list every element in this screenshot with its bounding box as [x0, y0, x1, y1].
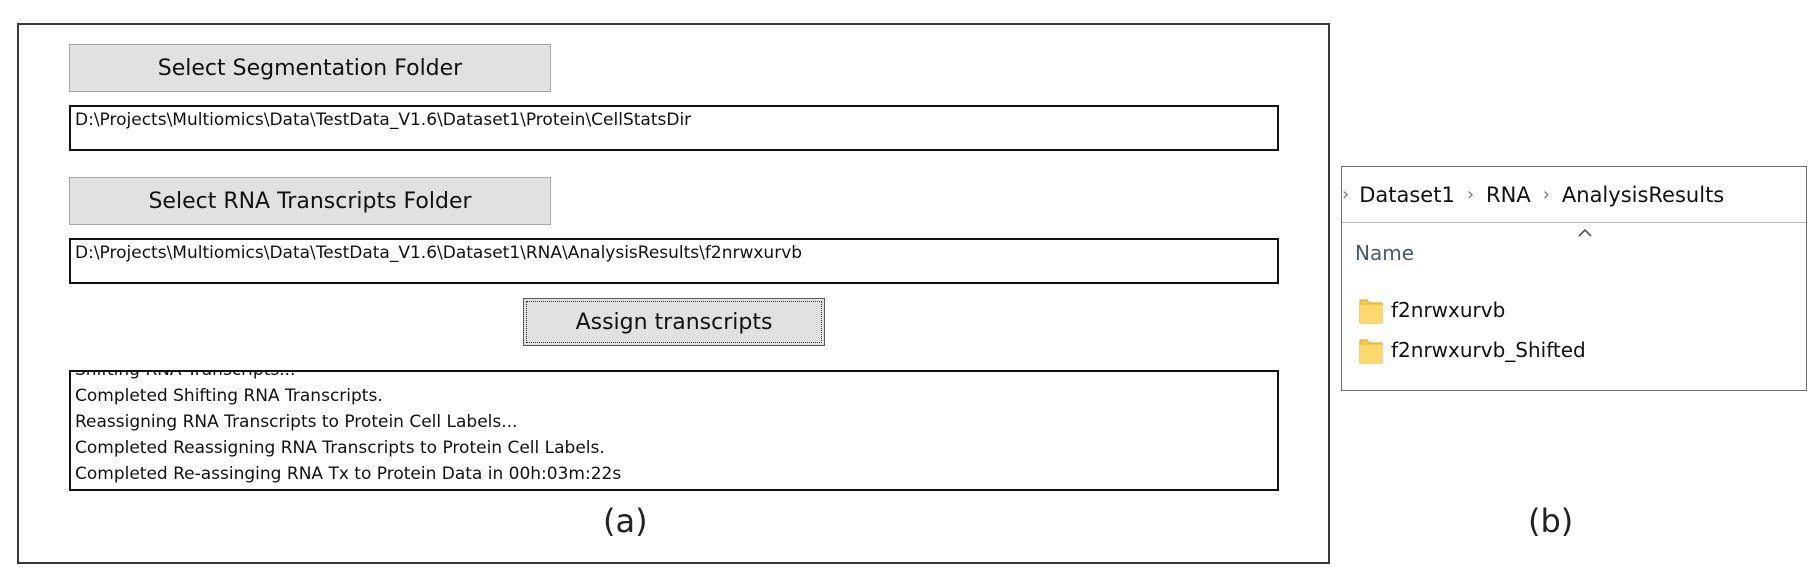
assign-transcripts-button[interactable]: Assign transcripts	[523, 298, 825, 346]
folder-name: f2nrwxurvb_Shifted	[1391, 338, 1586, 362]
caption-a: (a)	[603, 502, 648, 540]
log-line: Completed Reassigning RNA Transcripts to…	[75, 438, 605, 458]
log-line: Reassigning RNA Transcripts to Protein C…	[75, 412, 518, 432]
status-log[interactable]: Shifting RNA Transcripts... Completed Sh…	[69, 370, 1279, 491]
folder-icon	[1359, 299, 1383, 324]
log-line: Completed Re-assinging RNA Tx to Protein…	[75, 464, 622, 484]
breadcrumb[interactable]: › Dataset1 › RNA › AnalysisResults	[1342, 167, 1806, 223]
breadcrumb-item-rna[interactable]: RNA	[1486, 183, 1531, 207]
segmentation-path-field[interactable]: D:\Projects\Multiomics\Data\TestData_V1.…	[69, 105, 1279, 151]
caption-b: (b)	[1528, 502, 1574, 540]
file-explorer: › Dataset1 › RNA › AnalysisResults Name …	[1341, 166, 1807, 391]
status-log-lines: Shifting RNA Transcripts... Completed Sh…	[75, 370, 622, 487]
breadcrumb-item-dataset1[interactable]: Dataset1	[1359, 183, 1455, 207]
assign-transcripts-window: Select Segmentation Folder D:\Projects\M…	[17, 23, 1330, 564]
list-item[interactable]: f2nrwxurvb_Shifted	[1359, 333, 1586, 367]
folder-icon	[1359, 339, 1383, 364]
breadcrumb-separator-icon: ›	[1542, 184, 1550, 205]
select-segmentation-folder-button[interactable]: Select Segmentation Folder	[69, 44, 551, 92]
column-header-name[interactable]: Name	[1355, 241, 1414, 265]
log-line: Completed Shifting RNA Transcripts.	[75, 386, 383, 406]
log-line: Shifting RNA Transcripts...	[75, 370, 296, 380]
chevron-up-icon	[1578, 228, 1592, 237]
breadcrumb-item-analysis-results[interactable]: AnalysisResults	[1562, 183, 1724, 207]
select-rna-transcripts-folder-button[interactable]: Select RNA Transcripts Folder	[69, 177, 551, 225]
breadcrumb-separator-icon: ›	[1342, 184, 1350, 205]
list-item[interactable]: f2nrwxurvb	[1359, 293, 1505, 327]
folder-name: f2nrwxurvb	[1391, 298, 1506, 322]
rna-transcripts-path-field[interactable]: D:\Projects\Multiomics\Data\TestData_V1.…	[69, 238, 1279, 284]
breadcrumb-separator-icon: ›	[1466, 184, 1475, 205]
